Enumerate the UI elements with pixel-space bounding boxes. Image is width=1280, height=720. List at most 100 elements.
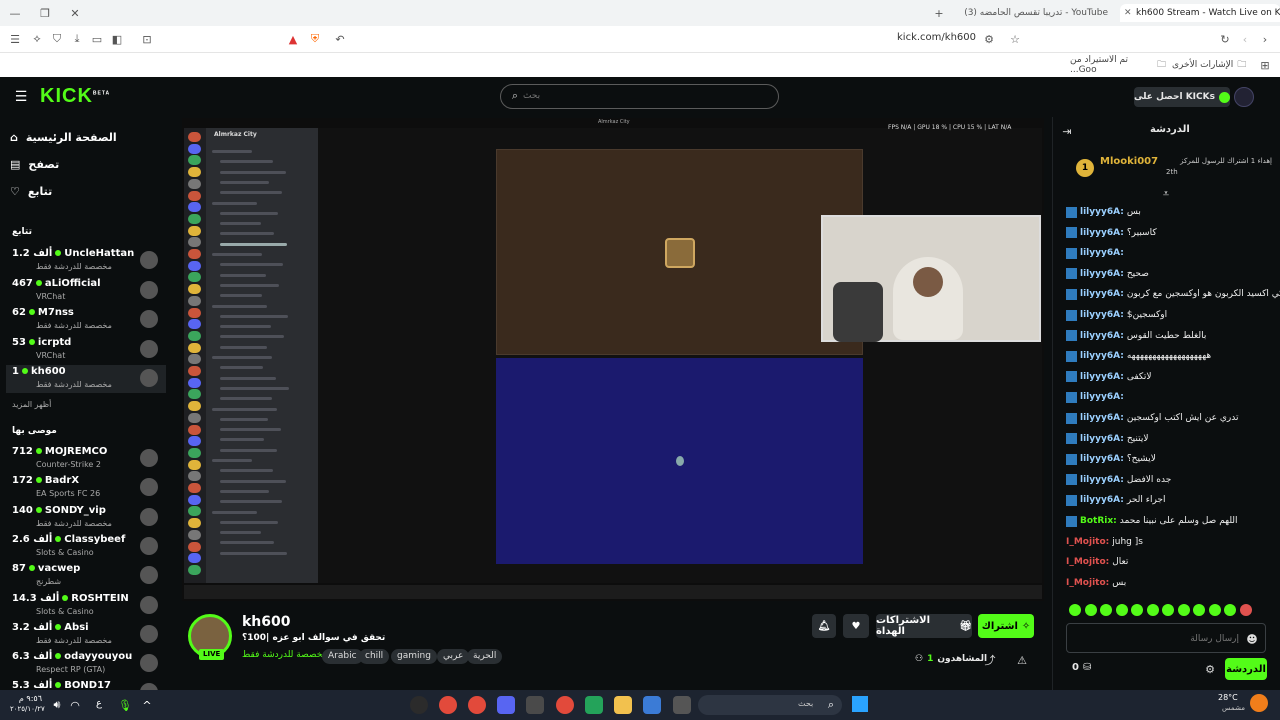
discord-icon[interactable] xyxy=(497,696,515,714)
emoji-icon[interactable]: ☻ xyxy=(1245,632,1259,646)
store-icon[interactable] xyxy=(643,696,661,714)
chat-message[interactable]: lilyyy6A: بالغلط حطيت القوس xyxy=(1066,327,1206,345)
report-icon[interactable]: ⚠ xyxy=(1015,653,1029,667)
bookmark-other[interactable]: الإشارات الأخرى 🗀 xyxy=(1172,58,1248,72)
chat-username[interactable]: lilyyy6A: xyxy=(1080,248,1124,258)
os-search-box[interactable]: ⌕ بحث xyxy=(698,695,842,715)
emote-icon[interactable] xyxy=(1239,604,1252,616)
chat-username[interactable]: lilyyy6A: xyxy=(1080,413,1124,423)
follow-button[interactable]: ♥ xyxy=(843,614,869,638)
wifi-icon[interactable]: ◠ xyxy=(68,698,82,712)
file-explorer-icon[interactable] xyxy=(614,696,632,714)
reload-icon[interactable]: ↻ xyxy=(1218,32,1232,46)
emote-icon[interactable] xyxy=(1131,604,1143,616)
chat-username[interactable]: lilyyy6A: xyxy=(1080,207,1124,217)
chat-username[interactable]: lilyyy6A: xyxy=(1080,269,1124,279)
notifications-button[interactable]: 🔔︎ xyxy=(812,614,836,638)
chat-input[interactable] xyxy=(1073,631,1239,647)
language-indicator[interactable]: ع xyxy=(96,698,102,709)
channel-row[interactable]: 3.2 ألف Absi مخصصة للدردشة فقط xyxy=(6,621,166,649)
forward-icon[interactable]: › xyxy=(1258,32,1272,46)
gift-subs-button[interactable]: الاشتراكات الهداة 🎁︎ xyxy=(876,614,972,638)
media-player-icon[interactable] xyxy=(410,696,428,714)
screenshot-icon[interactable]: ⊡ xyxy=(140,32,154,46)
chrome-app-icon[interactable] xyxy=(556,696,574,714)
close-window-icon[interactable]: ✕ xyxy=(68,6,82,20)
channel-row[interactable]: 172 BadrX EA Sports FC 26 xyxy=(6,474,166,502)
chat-username[interactable]: lilyyy6A: xyxy=(1080,228,1124,238)
hamburger-icon[interactable]: ☰ xyxy=(12,89,30,105)
chat-username[interactable]: lilyyy6A: xyxy=(1080,310,1124,320)
site-settings-icon[interactable]: ⚙ xyxy=(982,32,996,46)
extension-icon[interactable]: ⟡ xyxy=(30,32,44,46)
weather-icon[interactable] xyxy=(1250,694,1268,712)
emote-icon[interactable] xyxy=(1177,604,1190,616)
emote-icon[interactable] xyxy=(1208,604,1221,616)
tag-chip[interactable]: الحرية xyxy=(467,649,503,664)
channel-row[interactable]: 6.3 ألف odayyouyou Respect RP (GTA) xyxy=(6,650,166,678)
chat-message[interactable]: lilyyy6A: لكي اكسيد الكربون هو اوكسجين مع… xyxy=(1066,285,1280,303)
download-icon[interactable]: ⤓ xyxy=(70,32,84,46)
chat-settings-icon[interactable]: ⚙ xyxy=(1203,662,1217,676)
kicks-balance[interactable]: 0 ⛁ xyxy=(1072,662,1091,673)
chat-username[interactable]: lilyyy6A: xyxy=(1080,475,1124,485)
channel-row[interactable]: 1 kh600 مخصصة للدردشة فقط xyxy=(6,365,166,393)
chat-message[interactable]: lilyyy6A: بس xyxy=(1066,203,1141,221)
tab-kick[interactable]: ✕ kh600 Stream - Watch Live on Kick xyxy=(1120,4,1280,22)
chat-username[interactable]: lilyyy6A: xyxy=(1080,351,1124,361)
channel-row[interactable]: 53 icrptd VRChat xyxy=(6,336,166,364)
volume-icon[interactable]: 🔊︎ xyxy=(50,698,64,712)
chat-message[interactable]: lilyyy6A: $اوكسجين xyxy=(1066,306,1167,324)
chat-message[interactable]: lilyyy6A: جده الافضل xyxy=(1066,471,1171,489)
show-more-link[interactable]: أظهر المزيد xyxy=(12,400,51,409)
bookmark-icon[interactable]: ☆ xyxy=(1008,32,1022,46)
emote-icon[interactable] xyxy=(1084,604,1097,616)
microphone-icon[interactable]: 🎙︎ xyxy=(118,698,132,712)
new-tab-icon[interactable]: + xyxy=(932,6,946,20)
emote-icon[interactable] xyxy=(1193,604,1205,616)
chrome-profile-icon[interactable] xyxy=(468,696,486,714)
shield-icon[interactable]: ⛉ xyxy=(50,32,64,46)
chat-username[interactable]: I_Mojito: xyxy=(1066,578,1109,588)
channel-row[interactable]: 87 vacwep شطرنج xyxy=(6,562,166,590)
menu-icon[interactable]: ☰ xyxy=(8,32,22,46)
nav-home[interactable]: ⌂ الصفحة الرئيسية xyxy=(10,127,117,147)
url-field[interactable]: kick.com/kh600 xyxy=(700,32,976,48)
channel-row[interactable]: 140 SONDY_vip مخصصة للدردشة فقط xyxy=(6,504,166,532)
collapse-chat-icon[interactable]: ⇥ xyxy=(1060,124,1074,138)
chat-username[interactable]: I_Mojito: xyxy=(1066,557,1109,567)
search-input[interactable] xyxy=(523,88,763,104)
channel-row[interactable]: 712 MOJREMCO Counter-Strike 2 xyxy=(6,445,166,473)
emote-icon[interactable] xyxy=(1162,604,1174,616)
chat-username[interactable]: BotRix: xyxy=(1080,516,1117,526)
sidebar-icon[interactable]: ▭ xyxy=(90,32,104,46)
back-icon[interactable]: ‹ xyxy=(1238,32,1252,46)
emote-icon[interactable] xyxy=(1146,604,1159,616)
chat-message[interactable]: lilyyy6A: اجراء الحر xyxy=(1066,491,1166,509)
chat-username[interactable]: lilyyy6A: xyxy=(1080,434,1124,444)
close-tab-icon[interactable]: ✕ xyxy=(1124,4,1132,22)
chat-username[interactable]: lilyyy6A: xyxy=(1080,495,1124,505)
chat-username[interactable]: lilyyy6A: xyxy=(1080,331,1124,341)
tab-youtube[interactable]: (3) تدريبا تقسص الحامضه - YouTube xyxy=(962,4,1112,22)
chat-message[interactable]: I_Mojito: تعال xyxy=(1066,553,1128,571)
channel-row[interactable]: 2.6 ألف Classybeef Slots & Casino xyxy=(6,533,166,561)
chat-message[interactable]: I_Mojito: بس xyxy=(1066,574,1126,592)
split-view-icon[interactable]: ◧ xyxy=(110,32,124,46)
tag-chip[interactable]: Arabic xyxy=(322,649,363,664)
share-icon[interactable]: ↶ xyxy=(333,32,347,46)
subscribe-button[interactable]: اشتراك ✧ xyxy=(978,614,1034,638)
nav-browse[interactable]: ▤ تصفح xyxy=(10,154,59,174)
send-chat-button[interactable]: الدردشة xyxy=(1225,658,1267,680)
chat-username[interactable]: I_Mojito: xyxy=(1066,537,1109,547)
pinned-gift-banner[interactable]: 1 Mlooki007 إهداء 1 اشتراك للرسول للمركز… xyxy=(1066,152,1272,184)
stream-category[interactable]: مخصصة للدردشة فقط xyxy=(242,650,327,660)
apps-icon[interactable]: ⊞ xyxy=(1258,58,1272,72)
nav-following[interactable]: ♡ تتابع xyxy=(10,181,52,201)
chat-message[interactable]: lilyyy6A: xyxy=(1066,388,1127,406)
chrome-icon[interactable] xyxy=(439,696,457,714)
terminal-icon[interactable] xyxy=(673,696,691,714)
tag-chip[interactable]: chill xyxy=(359,649,390,664)
chat-message[interactable]: I_Mojito: juhg ]s xyxy=(1066,533,1143,551)
chat-message[interactable]: lilyyy6A: لايشيح؟ xyxy=(1066,450,1156,468)
